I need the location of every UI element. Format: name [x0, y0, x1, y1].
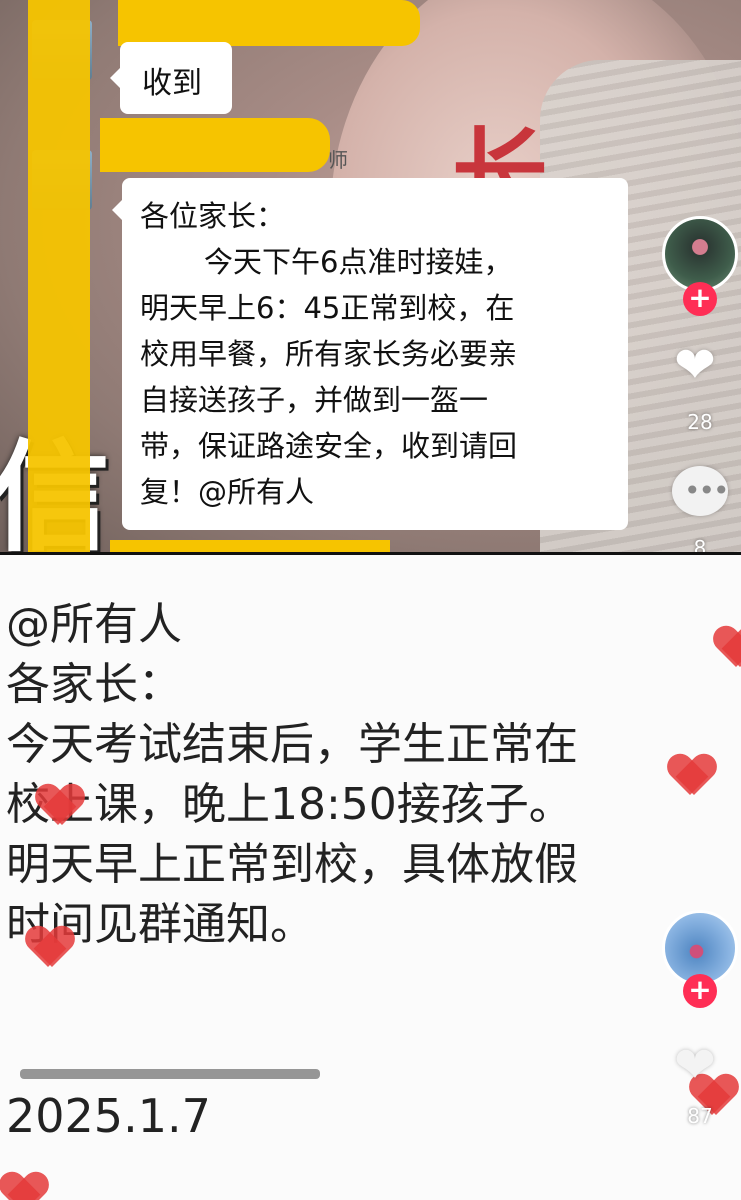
comment-count: 8 — [693, 536, 707, 552]
floating-heart — [668, 755, 724, 799]
like-count: 28 — [687, 410, 713, 434]
notice-line: 校上课，晚上18:50接孩子。 — [6, 779, 573, 830]
notice-line: 复！@所有人 — [140, 475, 315, 509]
floating-heart — [714, 627, 741, 671]
notice-line: 明天早上正常到校，具体放假 — [6, 839, 578, 890]
notice-line: @所有人 — [6, 599, 182, 650]
notice-date: 2025.1.7 — [6, 1089, 211, 1143]
notice-line: 自接送孩子，并做到一盔一 — [140, 383, 489, 417]
notice-line: 今天下午6点准时接娃， — [204, 245, 513, 279]
comment-icon[interactable]: ••• — [672, 466, 730, 516]
notice-line: 校用早餐，所有家长务必要亲 — [140, 337, 518, 371]
notice-bubble[interactable]: 各位家长： 今天下午6点准时接娃， 明天早上6：45正常到校，在 校用早餐，所有… — [112, 178, 628, 530]
bottom-notice-screenshot: @所有人 各家长： 今天考试结束后，学生正常在 校上课，晚上18:50接孩子。 … — [0, 555, 741, 1200]
blurred-text — [20, 1069, 320, 1079]
notice-line: 明天早上6：45正常到校，在 — [140, 291, 515, 325]
highlighter-redaction — [118, 0, 420, 46]
sender-name-fragment: 师 — [328, 148, 348, 172]
notice-line: 今天考试结束后，学生正常在 — [6, 719, 578, 770]
floating-heart — [36, 785, 84, 829]
heart-icon[interactable]: ❤ — [674, 340, 716, 390]
floating-heart — [26, 927, 74, 971]
highlighter-redaction — [110, 540, 390, 552]
heart-icon[interactable]: ❤ — [674, 1040, 716, 1090]
floating-heart — [0, 1173, 48, 1200]
highlighter-redaction — [100, 118, 330, 172]
top-chat-screenshot: 长 信 师 收到 各位家长： 今天下午6点准时接娃， 明天早上6：45正常到校，… — [0, 0, 741, 552]
plus-icon[interactable]: + — [683, 282, 717, 316]
reply-bubble[interactable]: 收到 — [110, 42, 232, 114]
notice-line: 各家长： — [6, 659, 182, 710]
comment-dots: ••• — [684, 474, 730, 507]
notice-line: 各位家长： — [140, 199, 286, 233]
highlighter-redaction — [28, 0, 90, 552]
plus-icon[interactable]: + — [683, 974, 717, 1008]
like-count: 87 — [687, 1104, 713, 1128]
reply-text: 收到 — [142, 66, 202, 101]
notice-line: 带，保证路途安全，收到请回 — [140, 429, 518, 463]
